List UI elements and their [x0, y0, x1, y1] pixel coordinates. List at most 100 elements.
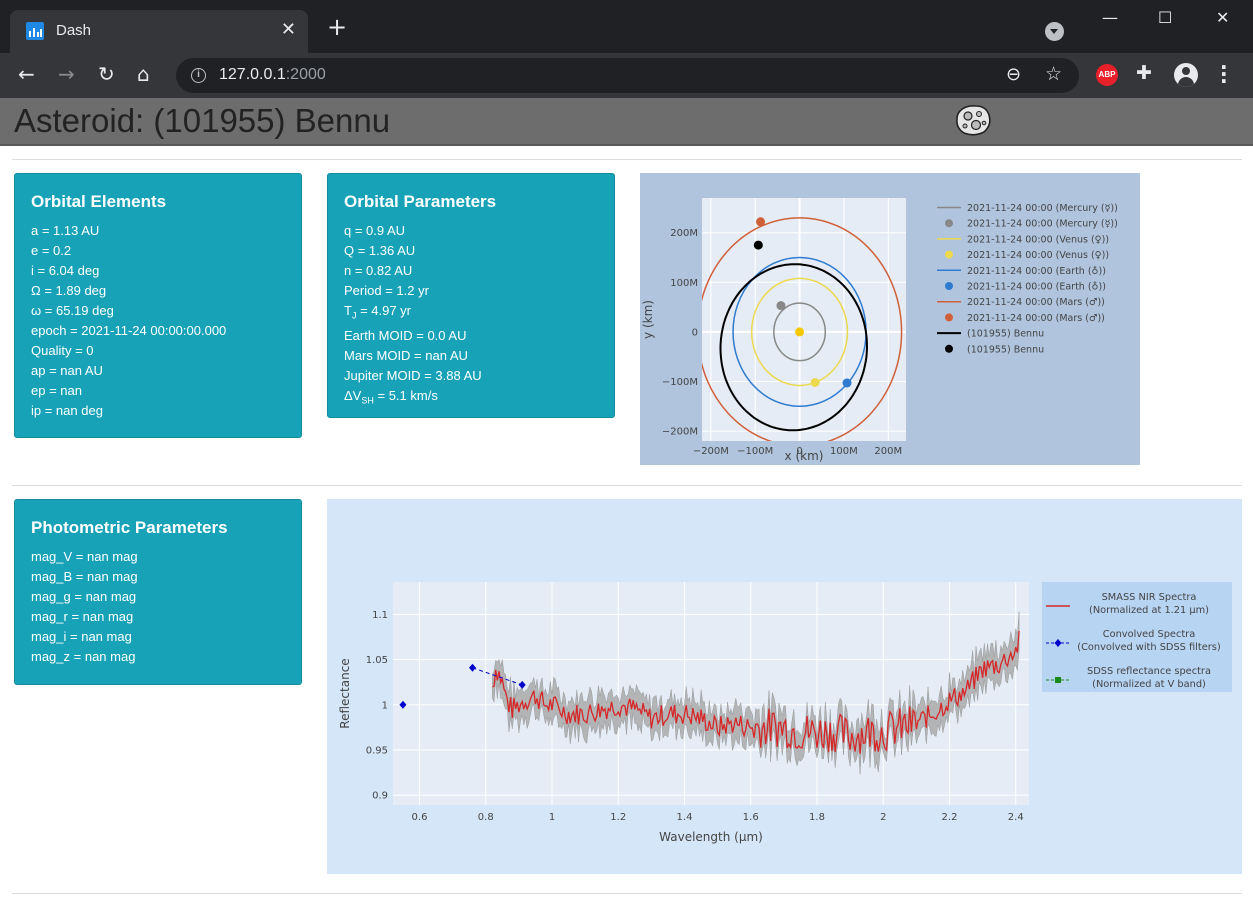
orbital-parameter-row: Jupiter MOID = 3.88 AU [344, 367, 482, 383]
tab-close-icon[interactable]: ✕ [281, 19, 296, 40]
photometric-row: mag_V = nan mag [31, 549, 138, 564]
orbital-elements-title: Orbital Elements [31, 192, 167, 211]
y-tick-label: 1.1 [372, 610, 388, 621]
maximize-button[interactable]: ☐ [1158, 8, 1172, 27]
photometric-row: mag_i = nan mag [31, 629, 132, 644]
legend-label: 2021-11-24 00:00 (Venus (♀)) [967, 234, 1109, 245]
y-tick-label: 1.05 [366, 655, 388, 666]
orbit-plot[interactable]: −200M −100M 0 100M 200M−200M−100M0100M200Mx … [640, 173, 1140, 465]
legend-label: 2021-11-24 00:00 (Mercury (☿)) [967, 203, 1118, 214]
x-tick-label: 2.2 [942, 812, 958, 823]
orbital-parameter-row: q = 0.9 AU [344, 223, 406, 238]
forward-button[interactable]: → [58, 63, 75, 85]
divider [12, 159, 1242, 160]
legend-label: (101955) Bennu [967, 344, 1044, 355]
x-tick-label: −100M [737, 446, 773, 457]
x-tick-label: 2.4 [1008, 812, 1024, 823]
y-axis-label: Reflectance [338, 658, 352, 728]
menu-icon[interactable]: · · · [1220, 57, 1228, 91]
spectrum-plot-panel: 0.6 0.8 1 1.2 1.4 1.6 1.8 2 2.2 2.4 0.9 0.95 1 1.05 1.… [327, 499, 1242, 874]
zoom-out-icon[interactable]: ⊖ [1006, 64, 1021, 85]
orbital-element-row: e = 0.2 [31, 243, 72, 258]
browser-toolbar: ← → ↻ ⌂ i 127.0.0.1:2000 ⊖ ☆ ABP ✚ · · · [0, 53, 1253, 98]
asteroid-icon [956, 105, 991, 136]
reload-button[interactable]: ↻ [98, 63, 115, 85]
legend-label: 2021-11-24 00:00 (Mars (♂)) [967, 313, 1105, 324]
x-tick-label: 2 [880, 812, 886, 823]
extensions-icon[interactable]: ✚ [1136, 62, 1152, 84]
legend-marker [1055, 677, 1061, 683]
browser-tab[interactable]: Dash ✕ [10, 10, 308, 53]
orbital-parameter-row: Q = 1.36 AU [344, 243, 416, 258]
spectrum-plot[interactable]: 0.6 0.8 1 1.2 1.4 1.6 1.8 2 2.2 2.4 0.9 0.95 1 1.05 1.… [327, 499, 1242, 874]
adblock-icon[interactable]: ABP [1096, 64, 1118, 86]
orbital-element-row: Quality = 0 [31, 343, 94, 358]
photometric-row: mag_g = nan mag [31, 589, 137, 604]
orbital-parameters-card: Orbital Parameters q = 0.9 AU Q = 1.36 A… [327, 173, 615, 418]
body-marker [776, 301, 786, 311]
y-tick-label: 0 [692, 327, 698, 338]
y-tick-label: −100M [662, 377, 698, 388]
dash-favicon-icon [26, 22, 44, 40]
orbital-parameter-row: Earth MOID = 0.0 AU [344, 327, 467, 343]
orbital-parameter-row: Mars MOID = nan AU [344, 347, 468, 363]
star-icon[interactable]: ☆ [1045, 63, 1062, 85]
y-tick-label: 0.95 [366, 745, 388, 756]
orbital-element-row: Ω = 1.89 deg [31, 283, 107, 298]
orbital-element-row: epoch = 2021-11-24 00:00:00.000 [31, 323, 227, 338]
legend-label: 2021-11-24 00:00 (Mars (♂)) [967, 297, 1105, 308]
divider [12, 893, 1242, 894]
body-marker [842, 378, 852, 388]
orbital-element-row: a = 1.13 AU [31, 223, 100, 238]
minimize-button[interactable]: — [1102, 8, 1118, 27]
window-close-button[interactable]: ✕ [1216, 8, 1229, 27]
x-tick-label: 0.6 [412, 812, 428, 823]
x-tick-label: 1.8 [809, 812, 825, 823]
tisserand-row: TJ = 4.97 yr [344, 303, 412, 321]
y-tick-label: 0.9 [372, 791, 388, 802]
y-tick-label: 100M [670, 278, 698, 289]
legend-label: 2021-11-24 00:00 (Earth (♁)) [967, 282, 1106, 293]
address-bar[interactable]: i 127.0.0.1:2000 ⊖ ☆ [176, 58, 1079, 93]
photometric-card: Photometric Parameters mag_V = nan mag m… [14, 499, 302, 685]
photometric-row: mag_z = nan mag [31, 649, 136, 664]
new-tab-button[interactable]: + [327, 15, 347, 39]
y-tick-label: 200M [670, 228, 698, 239]
orbital-parameters-title: Orbital Parameters [344, 192, 497, 211]
x-tick-label: 0.8 [478, 812, 494, 823]
legend-label: 2021-11-24 00:00 (Venus (♀)) [967, 250, 1109, 261]
y-tick-label: 1 [382, 700, 388, 711]
y-tick-label: −200M [662, 427, 698, 438]
delta-v-row: ΔVSH = 5.1 km/s [344, 387, 438, 406]
x-tick-label: 1.2 [610, 812, 626, 823]
x-tick-label: 200M [874, 446, 902, 457]
x-tick-label: 1.6 [743, 812, 759, 823]
profile-icon[interactable] [1174, 63, 1198, 87]
x-tick-label: 1.4 [677, 812, 693, 823]
orbital-element-row: ip = nan deg [31, 403, 103, 418]
sun-marker [795, 327, 805, 337]
orbital-parameter-row: Period = 1.2 yr [344, 283, 429, 298]
tab-title: Dash [56, 22, 92, 39]
legend-marker [945, 219, 953, 228]
legend-label: (101955) Bennu [967, 329, 1044, 340]
back-button[interactable]: ← [18, 63, 35, 85]
url-text[interactable]: 127.0.0.1:2000 [219, 66, 326, 84]
info-icon[interactable]: i [191, 68, 206, 83]
x-tick-label: 100M [830, 446, 858, 457]
browser-tabbar: Dash ✕ + — ☐ ✕ [0, 0, 1253, 53]
legend-marker [945, 344, 953, 353]
x-tick-label: 1 [549, 812, 555, 823]
body-marker [753, 240, 763, 250]
legend-marker [945, 313, 953, 322]
orbital-elements-card: Orbital Elements a = 1.13 AU e = 0.2 i =… [14, 173, 302, 438]
body-marker [810, 377, 820, 387]
body-marker [756, 217, 766, 227]
legend-marker [945, 282, 953, 290]
home-button[interactable]: ⌂ [137, 63, 150, 85]
y-axis-label: y (km) [641, 300, 655, 339]
legend-label: Convolved Spectra [1103, 629, 1195, 640]
orbit-plot-area [702, 198, 906, 441]
legend-label: (Normalized at V band) [1092, 679, 1206, 690]
tab-search-icon[interactable] [1045, 22, 1064, 41]
